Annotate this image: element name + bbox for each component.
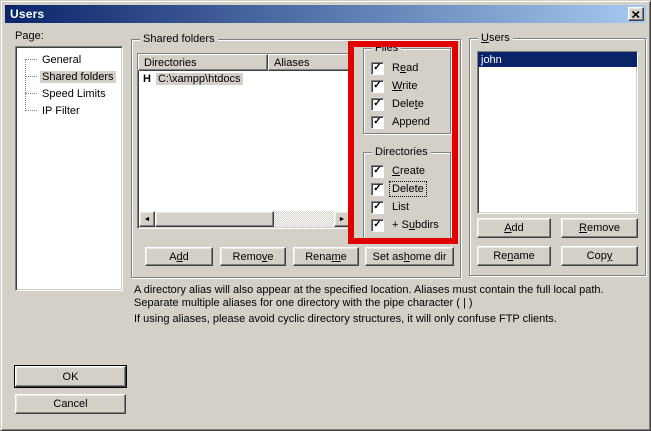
column-header-aliases[interactable]: Aliases <box>268 54 351 71</box>
tree-branch-line <box>25 93 37 94</box>
checkbox-label: Read <box>390 61 420 75</box>
rename-button[interactable]: Rename <box>293 247 359 266</box>
rename-button[interactable]: Rename <box>477 246 551 266</box>
right-arrow-icon: ► <box>339 216 346 223</box>
checkbox-append[interactable]: ✓ Append <box>371 115 432 129</box>
checkbox-label: Write <box>390 79 419 93</box>
user-row[interactable]: john <box>478 52 637 67</box>
checkbox-subdirs[interactable]: ✓ + Subdirs <box>371 218 441 232</box>
checkmark-icon: ✓ <box>371 219 384 232</box>
tree-item-label: IP Filter <box>40 105 82 117</box>
checkbox-label: Delete <box>390 97 426 111</box>
scroll-left-button[interactable]: ◄ <box>139 211 155 227</box>
checkbox-label: Append <box>390 115 432 129</box>
checkbox-label: Delete <box>390 182 426 196</box>
checkbox-read[interactable]: ✓ Read <box>371 61 420 75</box>
tree-item-label: Speed Limits <box>40 88 108 100</box>
cyclic-note: If using aliases, please avoid cyclic di… <box>134 313 642 326</box>
checkmark-icon: ✓ <box>371 80 384 93</box>
checkmark-icon: ✓ <box>371 62 384 75</box>
add-button[interactable]: Add <box>477 218 551 238</box>
window-title: Users <box>10 7 44 21</box>
checkbox-label: + Subdirs <box>390 218 441 232</box>
checkbox-create[interactable]: ✓ Create <box>371 164 427 178</box>
checkbox-write[interactable]: ✓ Write <box>371 79 419 93</box>
files-group-label: Files <box>372 42 401 54</box>
checkmark-icon: ✓ <box>371 116 384 129</box>
checkbox-label: List <box>390 200 411 214</box>
left-arrow-icon: ◄ <box>144 216 151 223</box>
checkbox-label: Create <box>390 164 427 178</box>
tree-branch-line <box>25 59 37 60</box>
checkbox-delete[interactable]: ✓ Delete <box>371 97 426 111</box>
remove-button[interactable]: Remove <box>220 247 286 266</box>
users-list[interactable]: john <box>477 51 638 214</box>
checkmark-icon: ✓ <box>371 201 384 214</box>
users-dialog: Users Page: General Shared folders Speed L… <box>0 0 651 431</box>
tree-item-shared-folders[interactable]: Shared folders <box>16 68 122 85</box>
shared-folder-row[interactable]: H C:\xampp\htdocs <box>138 71 351 87</box>
users-group-label: Users <box>478 32 513 44</box>
shared-folders-list[interactable]: DirectoriesAliases H C:\xampp\htdocs ◄ ► <box>137 53 352 229</box>
directory-path: C:\xampp\htdocs <box>156 73 243 85</box>
remove-button[interactable]: Remove <box>561 218 638 238</box>
checkmark-icon: ✓ <box>371 98 384 111</box>
directories-group-label: Directories <box>372 146 431 158</box>
scrollbar-track[interactable] <box>274 211 334 227</box>
column-header-directories[interactable]: Directories <box>138 54 268 71</box>
scrollbar-thumb[interactable] <box>155 211 274 227</box>
checkmark-icon: ✓ <box>371 183 384 196</box>
tree-branch-line <box>25 76 37 77</box>
home-dir-marker: H <box>143 73 151 85</box>
page-label: Page: <box>15 30 44 42</box>
page-tree[interactable]: General Shared folders Speed Limits IP Filt… <box>15 46 123 291</box>
alias-note: A directory alias will also appear at th… <box>134 284 642 310</box>
close-icon <box>632 11 640 18</box>
close-button[interactable] <box>628 7 644 21</box>
add-button[interactable]: Add <box>145 247 213 266</box>
tree-item-general[interactable]: General <box>16 51 122 68</box>
tree-item-speed-limits[interactable]: Speed Limits <box>16 85 122 102</box>
horizontal-scrollbar[interactable]: ◄ ► <box>139 211 350 227</box>
tree-branch-line <box>25 110 37 111</box>
checkbox-list[interactable]: ✓ List <box>371 200 411 214</box>
tree-item-label: General <box>40 54 83 66</box>
checkmark-icon: ✓ <box>371 165 384 178</box>
shared-folders-group-label: Shared folders <box>140 33 218 45</box>
checkbox-delete[interactable]: ✓ Delete <box>371 182 426 196</box>
title-bar[interactable]: Users <box>5 5 646 23</box>
tree-item-label: Shared folders <box>40 71 116 83</box>
copy-button[interactable]: Copy <box>561 246 638 266</box>
scroll-right-button[interactable]: ► <box>334 211 350 227</box>
ok-button[interactable]: OK <box>15 366 126 387</box>
tree-item-ip-filter[interactable]: IP Filter <box>16 102 122 119</box>
cancel-button[interactable]: Cancel <box>15 394 126 414</box>
set-as-home-dir-button[interactable]: Set as home dir <box>365 247 454 266</box>
